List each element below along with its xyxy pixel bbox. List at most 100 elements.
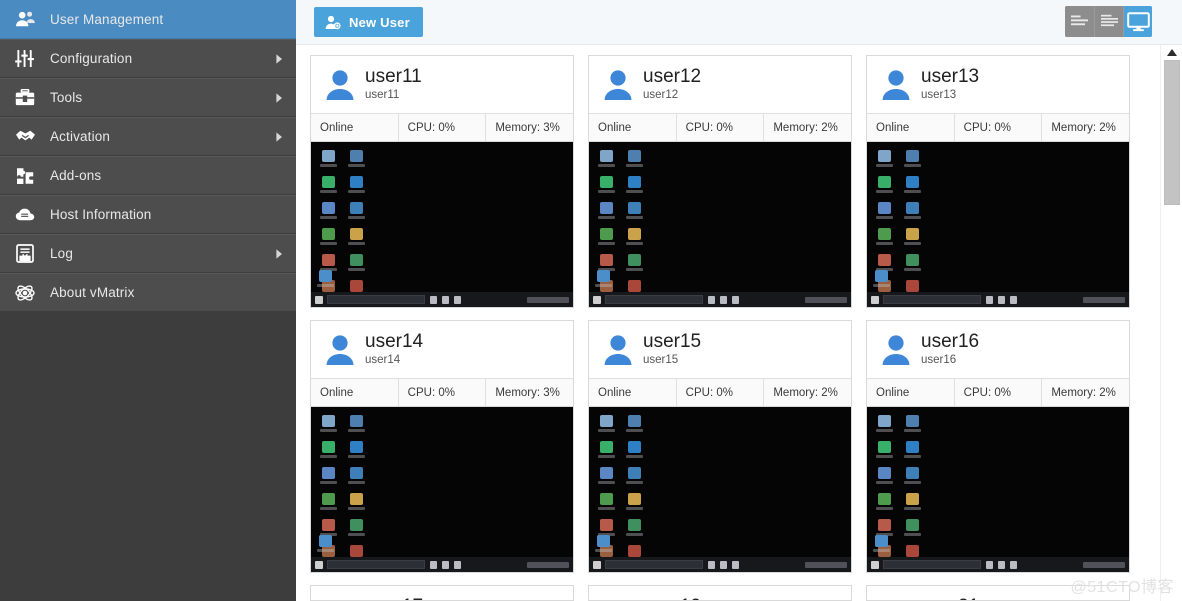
desktop-icon xyxy=(345,228,367,249)
sidebar-item-add-ons[interactable]: Add-ons xyxy=(0,156,296,195)
desktop-icon xyxy=(873,467,895,488)
taskbar-icon xyxy=(1010,295,1017,304)
user-card-title: user19 xyxy=(643,597,701,600)
user-card[interactable]: user17user17OnlineCPU: 0%Memory: 2% xyxy=(310,585,574,601)
sidebar-item-configuration[interactable]: Configuration xyxy=(0,39,296,78)
desktop-icon xyxy=(901,415,923,436)
main-content: New User user11 user11 Online CPU: 0% Memory… xyxy=(296,0,1182,601)
start-button-icon xyxy=(315,560,323,569)
user-card-title: user11 xyxy=(365,66,422,88)
sliders-icon xyxy=(14,48,36,70)
sidebar-empty-area xyxy=(0,312,296,601)
desktop-thumbnail[interactable] xyxy=(589,141,851,307)
desktop-icon xyxy=(345,441,367,462)
taskbar-icon xyxy=(720,295,727,304)
desktop-icon xyxy=(595,176,617,197)
users-icon xyxy=(14,8,36,30)
new-user-button[interactable]: New User xyxy=(314,7,423,37)
desktop-thumbnail[interactable] xyxy=(311,406,573,572)
desktop-thumbnail[interactable] xyxy=(867,406,1129,572)
taskbar-search-box xyxy=(883,295,981,304)
desktop-icon xyxy=(317,467,339,488)
toolbar: New User xyxy=(296,0,1182,45)
desktop-view-button[interactable] xyxy=(1123,6,1152,37)
desktop-icon xyxy=(623,202,645,223)
sidebar-item-log[interactable]: Log xyxy=(0,234,296,273)
user-card-stats: Online CPU: 0% Memory: 2% xyxy=(589,113,851,141)
desktop-thumbnail[interactable] xyxy=(589,406,851,572)
user-card-subtitle: user15 xyxy=(643,354,679,367)
user-card-names: user15 user15 xyxy=(643,332,701,366)
user-card-stats: Online CPU: 0% Memory: 3% xyxy=(311,113,573,141)
desktop-thumbnail[interactable] xyxy=(867,141,1129,307)
cpu-usage: CPU: 0% xyxy=(953,379,1042,406)
sidebar-item-label: About vMatrix xyxy=(50,285,135,300)
start-button-icon xyxy=(871,295,879,304)
desktop-icon xyxy=(901,150,923,171)
sidebar-item-label: Configuration xyxy=(50,51,133,66)
user-card-stats: Online CPU: 0% Memory: 2% xyxy=(867,113,1129,141)
start-button-icon xyxy=(593,560,601,569)
desktop-icon xyxy=(595,415,617,436)
taskbar-icon xyxy=(442,295,449,304)
list-view-icon xyxy=(1070,14,1089,29)
app-window: User Management Configuration Tools Activat… xyxy=(0,0,1182,601)
view-mode-toggle-group xyxy=(1065,6,1152,37)
user-card[interactable]: user11 user11 Online CPU: 0% Memory: 3% xyxy=(310,55,574,308)
sidebar-item-label: Add-ons xyxy=(50,168,102,183)
user-card[interactable]: user16 user16 Online CPU: 0% Memory: 2% xyxy=(866,320,1130,573)
desktop-icon xyxy=(595,228,617,249)
vertical-scrollbar[interactable] xyxy=(1160,45,1182,601)
scrollbar-thumb[interactable] xyxy=(1164,60,1180,205)
sidebar-item-host-information[interactable]: Host Information xyxy=(0,195,296,234)
desktop-thumbnail[interactable] xyxy=(311,141,573,307)
desktop-icon xyxy=(595,150,617,171)
taskbar-clock xyxy=(805,296,847,303)
user-card[interactable]: user14 user14 Online CPU: 0% Memory: 3% xyxy=(310,320,574,573)
taskbar-icon xyxy=(1010,560,1017,569)
user-card[interactable]: user12 user12 Online CPU: 0% Memory: 2% xyxy=(588,55,852,308)
sidebar-item-activation[interactable]: Activation xyxy=(0,117,296,156)
desktop-icon xyxy=(873,415,895,436)
detail-view-button[interactable] xyxy=(1094,6,1123,37)
user-card-subtitle: user14 xyxy=(365,354,401,367)
chevron-right-icon xyxy=(274,53,284,64)
taskbar-clock xyxy=(527,296,569,303)
user-card-title: user16 xyxy=(921,331,980,353)
user-card[interactable]: user21user21OnlineCPU: 0%Memory: 2% xyxy=(866,585,1130,601)
user-card-title: user15 xyxy=(643,331,702,353)
desktop-icon xyxy=(623,176,645,197)
desktop-icon xyxy=(345,254,367,275)
desktop-icon xyxy=(345,150,367,171)
sidebar-item-user-management[interactable]: User Management xyxy=(0,0,296,39)
desktop-icon xyxy=(901,519,923,540)
toolbox-icon xyxy=(14,87,36,109)
user-card[interactable]: user15 user15 Online CPU: 0% Memory: 2% xyxy=(588,320,852,573)
user-card[interactable]: user19user19OnlineCPU: 0%Memory: 2% xyxy=(588,585,852,601)
desktop-icon xyxy=(623,150,645,171)
list-view-button[interactable] xyxy=(1065,6,1094,37)
user-cards-scroll-area: user11 user11 Online CPU: 0% Memory: 3% user1… xyxy=(296,45,1160,601)
desktop-icon xyxy=(901,493,923,514)
user-card-header: user12 user12 xyxy=(589,56,851,113)
cpu-usage: CPU: 0% xyxy=(675,379,764,406)
desktop-icon xyxy=(345,202,367,223)
user-card[interactable]: user13 user13 Online CPU: 0% Memory: 2% xyxy=(866,55,1130,308)
user-card-header: user21user21 xyxy=(867,586,1129,600)
status-badge: Online xyxy=(876,386,910,399)
taskbar-search-box xyxy=(605,295,703,304)
user-card-names: user14 user14 xyxy=(365,332,423,366)
chevron-right-icon xyxy=(274,131,284,142)
scroll-up-arrow-icon[interactable] xyxy=(1161,45,1182,60)
taskbar-icon xyxy=(732,560,739,569)
user-card-names: user19user19 xyxy=(643,597,701,600)
desktop-icon xyxy=(595,270,612,287)
user-card-names: user17user17 xyxy=(365,597,423,600)
sidebar-item-about-vmatrix[interactable]: About vMatrix xyxy=(0,273,296,312)
desktop-icon xyxy=(623,228,645,249)
desktop-icon xyxy=(317,270,334,287)
scrollbar-track[interactable] xyxy=(1164,60,1180,601)
status-badge: Online xyxy=(876,121,910,134)
sidebar-item-tools[interactable]: Tools xyxy=(0,78,296,117)
taskbar-clock xyxy=(527,561,569,568)
